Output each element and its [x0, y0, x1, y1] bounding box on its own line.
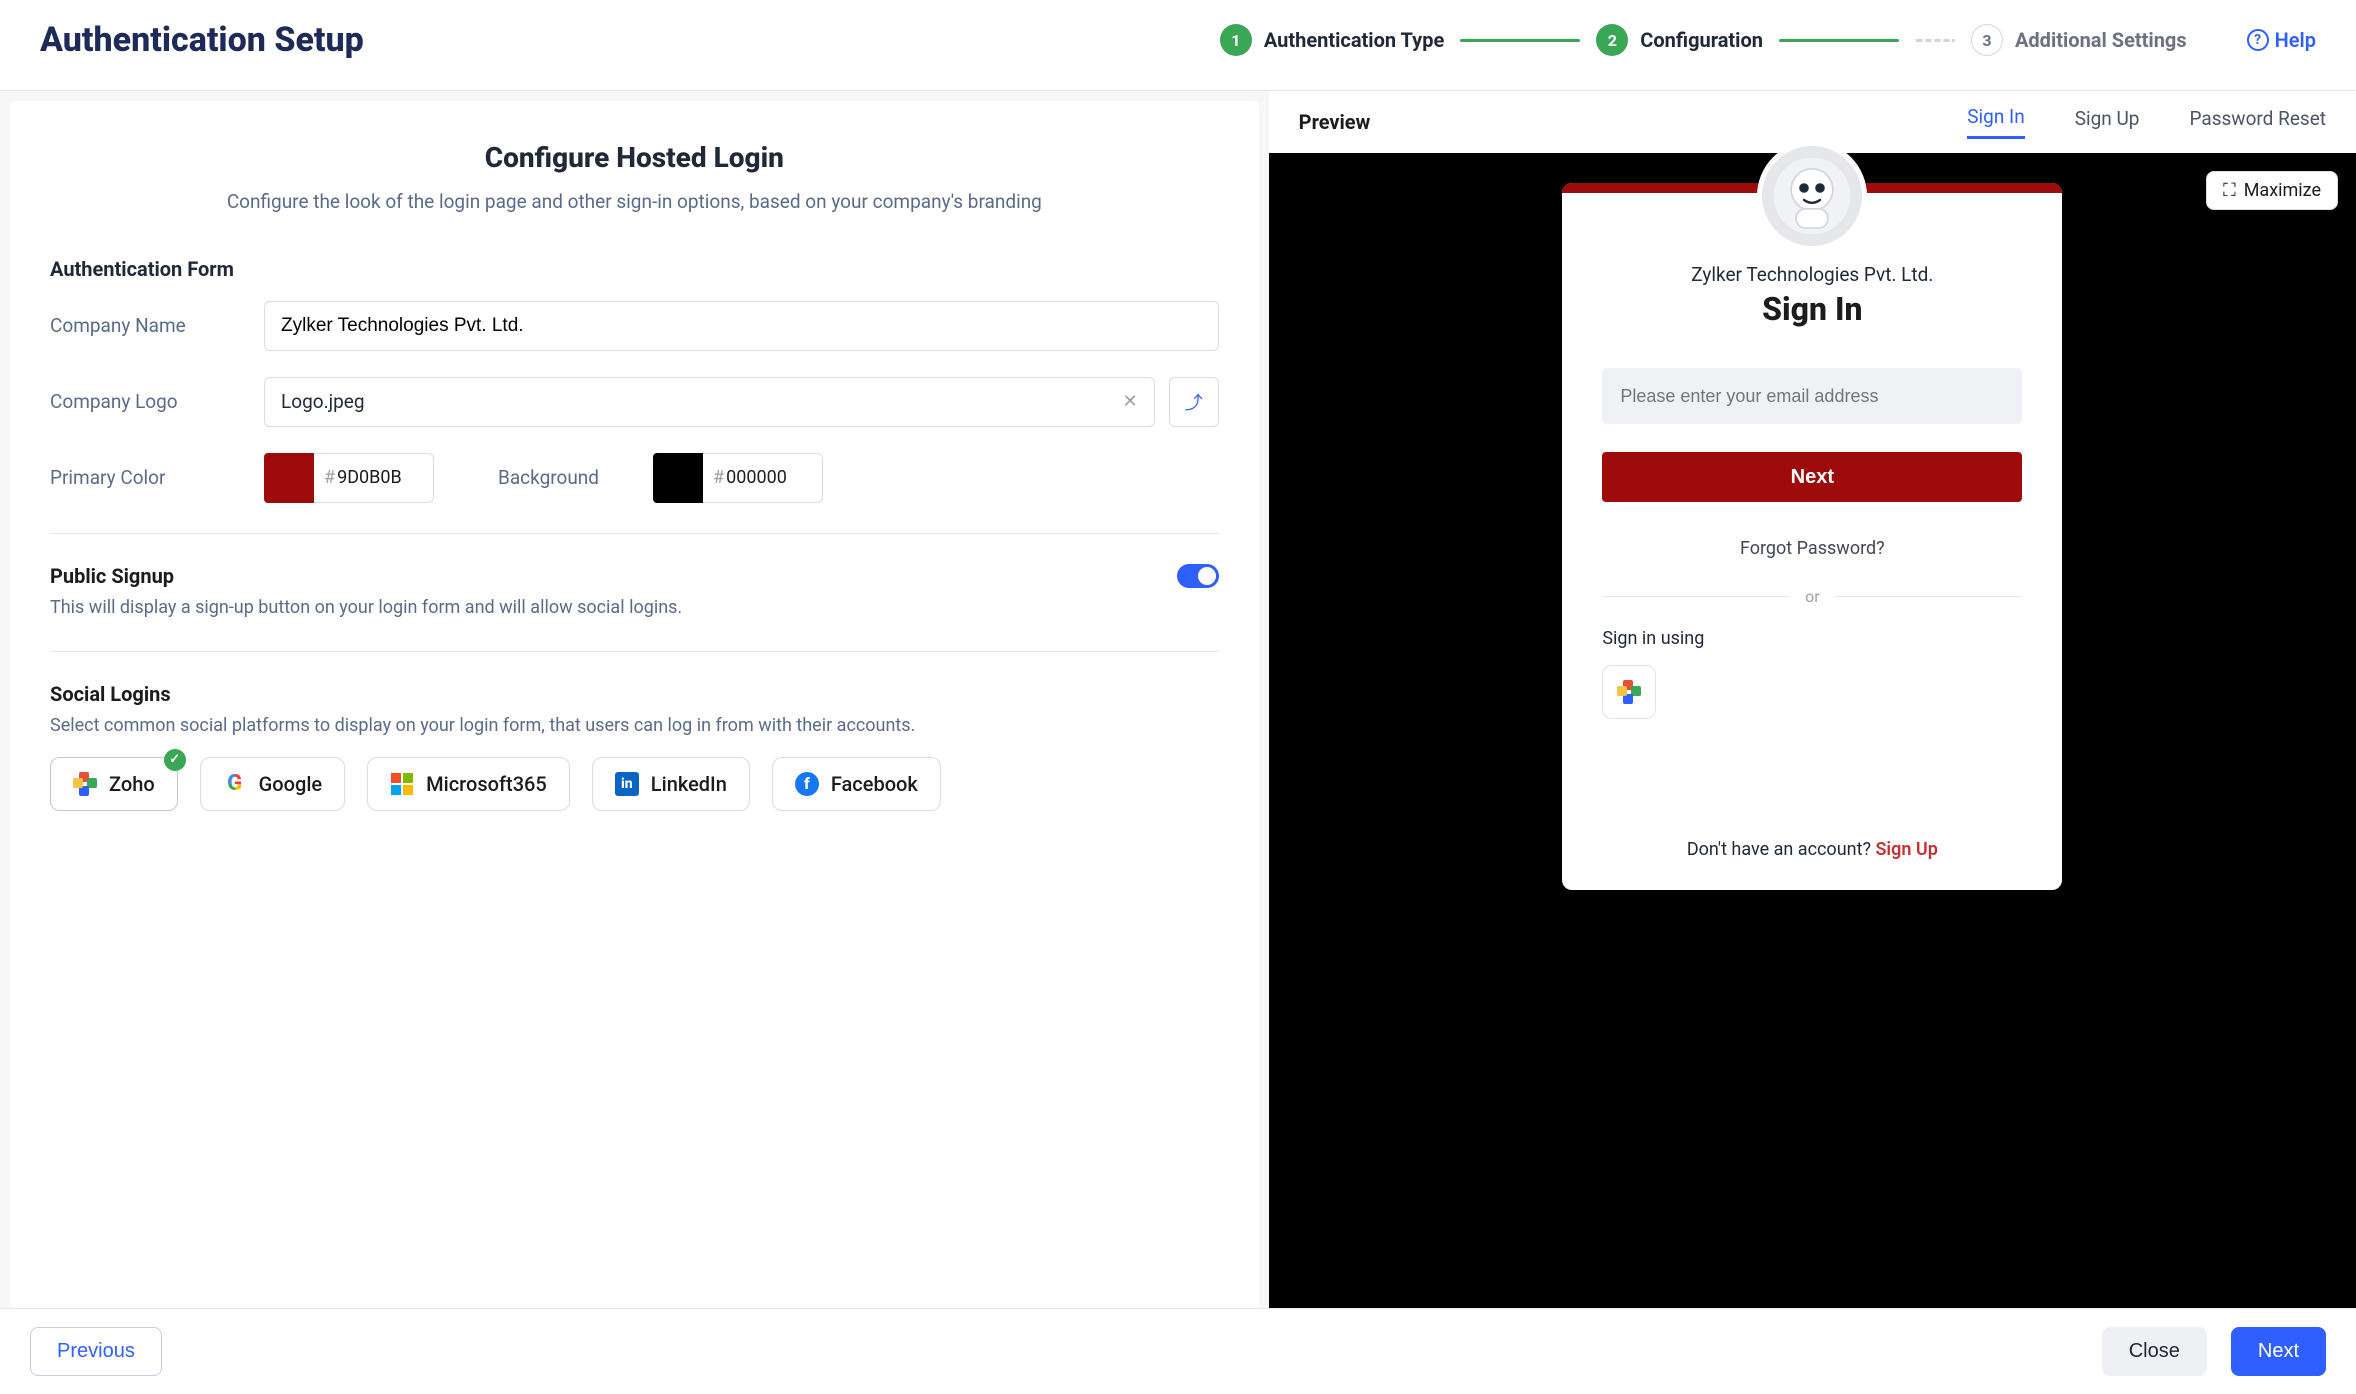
page-title: Authentication Setup [40, 20, 364, 60]
previous-button[interactable]: Previous [30, 1327, 162, 1376]
step-label: Authentication Type [1264, 28, 1444, 52]
maximize-button[interactable]: ⛶ Maximize [2206, 171, 2338, 210]
company-name-label: Company Name [50, 314, 240, 337]
public-signup-row: Public Signup This will display a sign-u… [50, 564, 1219, 621]
social-tile-label: Zoho [109, 772, 155, 796]
help-icon: ? [2247, 29, 2269, 51]
primary-color-input[interactable]: #9D0B0B [314, 453, 434, 503]
zoho-icon [73, 772, 97, 796]
help-label: Help [2275, 28, 2316, 52]
maximize-label: Maximize [2244, 180, 2321, 201]
company-logo-row: Company Logo Logo.jpeg ✕ ⤴ [50, 377, 1219, 427]
preview-next-button[interactable]: Next [1602, 452, 2022, 502]
background-color-label: Background [498, 466, 599, 489]
social-tile-google[interactable]: G Google [200, 757, 345, 811]
primary-color-label: Primary Color [50, 466, 240, 489]
footer-bar: Previous Close Next [0, 1308, 2356, 1394]
header-bar: Authentication Setup 1 Authentication Ty… [0, 0, 2356, 91]
step-auth-type[interactable]: 1 Authentication Type [1220, 24, 1444, 56]
logo-filename: Logo.jpeg [281, 390, 365, 413]
login-preview-card: Zylker Technologies Pvt. Ltd. Sign In Ne… [1562, 183, 2062, 890]
logo-filename-display: Logo.jpeg ✕ [264, 377, 1155, 427]
tab-signup[interactable]: Sign Up [2075, 107, 2140, 138]
colors-row: Primary Color #9D0B0B Background #000000 [50, 453, 1219, 503]
wizard-stepper: 1 Authentication Type 2 Configuration 3 … [1220, 24, 2187, 56]
primary-color-swatch[interactable] [264, 453, 314, 503]
preview-providers [1602, 665, 2022, 719]
preview-signin-heading: Sign In [1602, 290, 2022, 328]
social-logins-grid: ✓ Zoho G Google Microsoft365 in LinkedIn… [50, 757, 1219, 811]
social-logins-desc: Select common social platforms to displa… [50, 712, 1219, 739]
step-number: 3 [1971, 24, 2003, 56]
social-tile-zoho[interactable]: ✓ Zoho [50, 757, 178, 811]
step-connector [1460, 39, 1580, 42]
background-color-picker[interactable]: #000000 [653, 453, 823, 503]
tab-password-reset[interactable]: Password Reset [2189, 107, 2326, 138]
upload-icon: ⤴ [1185, 389, 1203, 415]
main-split: Configure Hosted Login Configure the loo… [0, 91, 2356, 1308]
preview-provider-zoho[interactable] [1602, 665, 1656, 719]
public-signup-desc: This will display a sign-up button on yo… [50, 594, 682, 621]
preview-panel: Preview Sign In Sign Up Password Reset ⛶… [1269, 91, 2356, 1308]
social-tile-facebook[interactable]: f Facebook [772, 757, 941, 811]
step-connector [1779, 39, 1899, 42]
preview-email-input[interactable] [1602, 368, 2022, 424]
next-button[interactable]: Next [2231, 1327, 2326, 1376]
step-label: Configuration [1640, 28, 1763, 52]
auth-form-heading: Authentication Form [50, 257, 1219, 281]
company-name-row: Company Name [50, 301, 1219, 351]
step-number: 1 [1220, 24, 1252, 56]
upload-logo-button[interactable]: ⤴ [1169, 377, 1219, 427]
preview-company-name: Zylker Technologies Pvt. Ltd. [1602, 263, 2022, 286]
preview-or-divider: or [1602, 587, 2022, 606]
divider [50, 533, 1219, 534]
step-number: 2 [1596, 24, 1628, 56]
avatar [1757, 141, 1867, 251]
background-color-swatch[interactable] [653, 453, 703, 503]
background-color-input[interactable]: #000000 [703, 453, 823, 503]
maximize-icon: ⛶ [2223, 180, 2236, 201]
social-tile-microsoft[interactable]: Microsoft365 [367, 757, 570, 811]
public-signup-title: Public Signup [50, 564, 682, 588]
preview-signup-link[interactable]: Sign Up [1875, 839, 1937, 860]
zoho-icon [1617, 680, 1641, 704]
divider [50, 651, 1219, 652]
selected-check-icon: ✓ [164, 749, 186, 771]
help-link[interactable]: ? Help [2247, 28, 2316, 52]
step-additional-settings[interactable]: 3 Additional Settings [1971, 24, 2187, 56]
microsoft-icon [390, 772, 414, 796]
public-signup-toggle[interactable] [1177, 564, 1219, 588]
close-button[interactable]: Close [2102, 1327, 2207, 1376]
clear-logo-icon[interactable]: ✕ [1123, 391, 1138, 412]
company-name-input[interactable] [264, 301, 1219, 351]
social-tile-linkedin[interactable]: in LinkedIn [592, 757, 750, 811]
preview-heading: Preview [1299, 110, 1371, 134]
config-panel: Configure Hosted Login Configure the loo… [10, 101, 1259, 1308]
tab-signin[interactable]: Sign In [1967, 105, 2024, 139]
facebook-icon: f [795, 772, 819, 796]
company-logo-label: Company Logo [50, 390, 240, 413]
linkedin-icon: in [615, 772, 639, 796]
preview-stage: ⛶ Maximize Zylker Technologies Pvt. Ltd. [1269, 153, 2356, 1308]
social-tile-label: Facebook [831, 772, 918, 796]
step-configuration[interactable]: 2 Configuration [1596, 24, 1763, 56]
preview-no-account-text: Don't have an account? [1687, 839, 1876, 860]
section-title: Configure Hosted Login [50, 141, 1219, 174]
step-connector-dashed [1915, 39, 1955, 42]
preview-signin-using-label: Sign in using [1602, 628, 2022, 649]
primary-color-picker[interactable]: #9D0B0B [264, 453, 434, 503]
social-logins-title: Social Logins [50, 682, 1219, 706]
preview-signup-line: Don't have an account? Sign Up [1602, 839, 2022, 860]
preview-forgot-link[interactable]: Forgot Password? [1602, 538, 2022, 559]
social-tile-label: LinkedIn [651, 772, 727, 796]
social-tile-label: Google [259, 772, 322, 796]
step-label: Additional Settings [2015, 28, 2187, 52]
section-subtitle: Configure the look of the login page and… [90, 188, 1179, 217]
google-icon: G [223, 772, 247, 796]
social-tile-label: Microsoft365 [426, 772, 547, 796]
robot-avatar-icon [1772, 156, 1852, 236]
